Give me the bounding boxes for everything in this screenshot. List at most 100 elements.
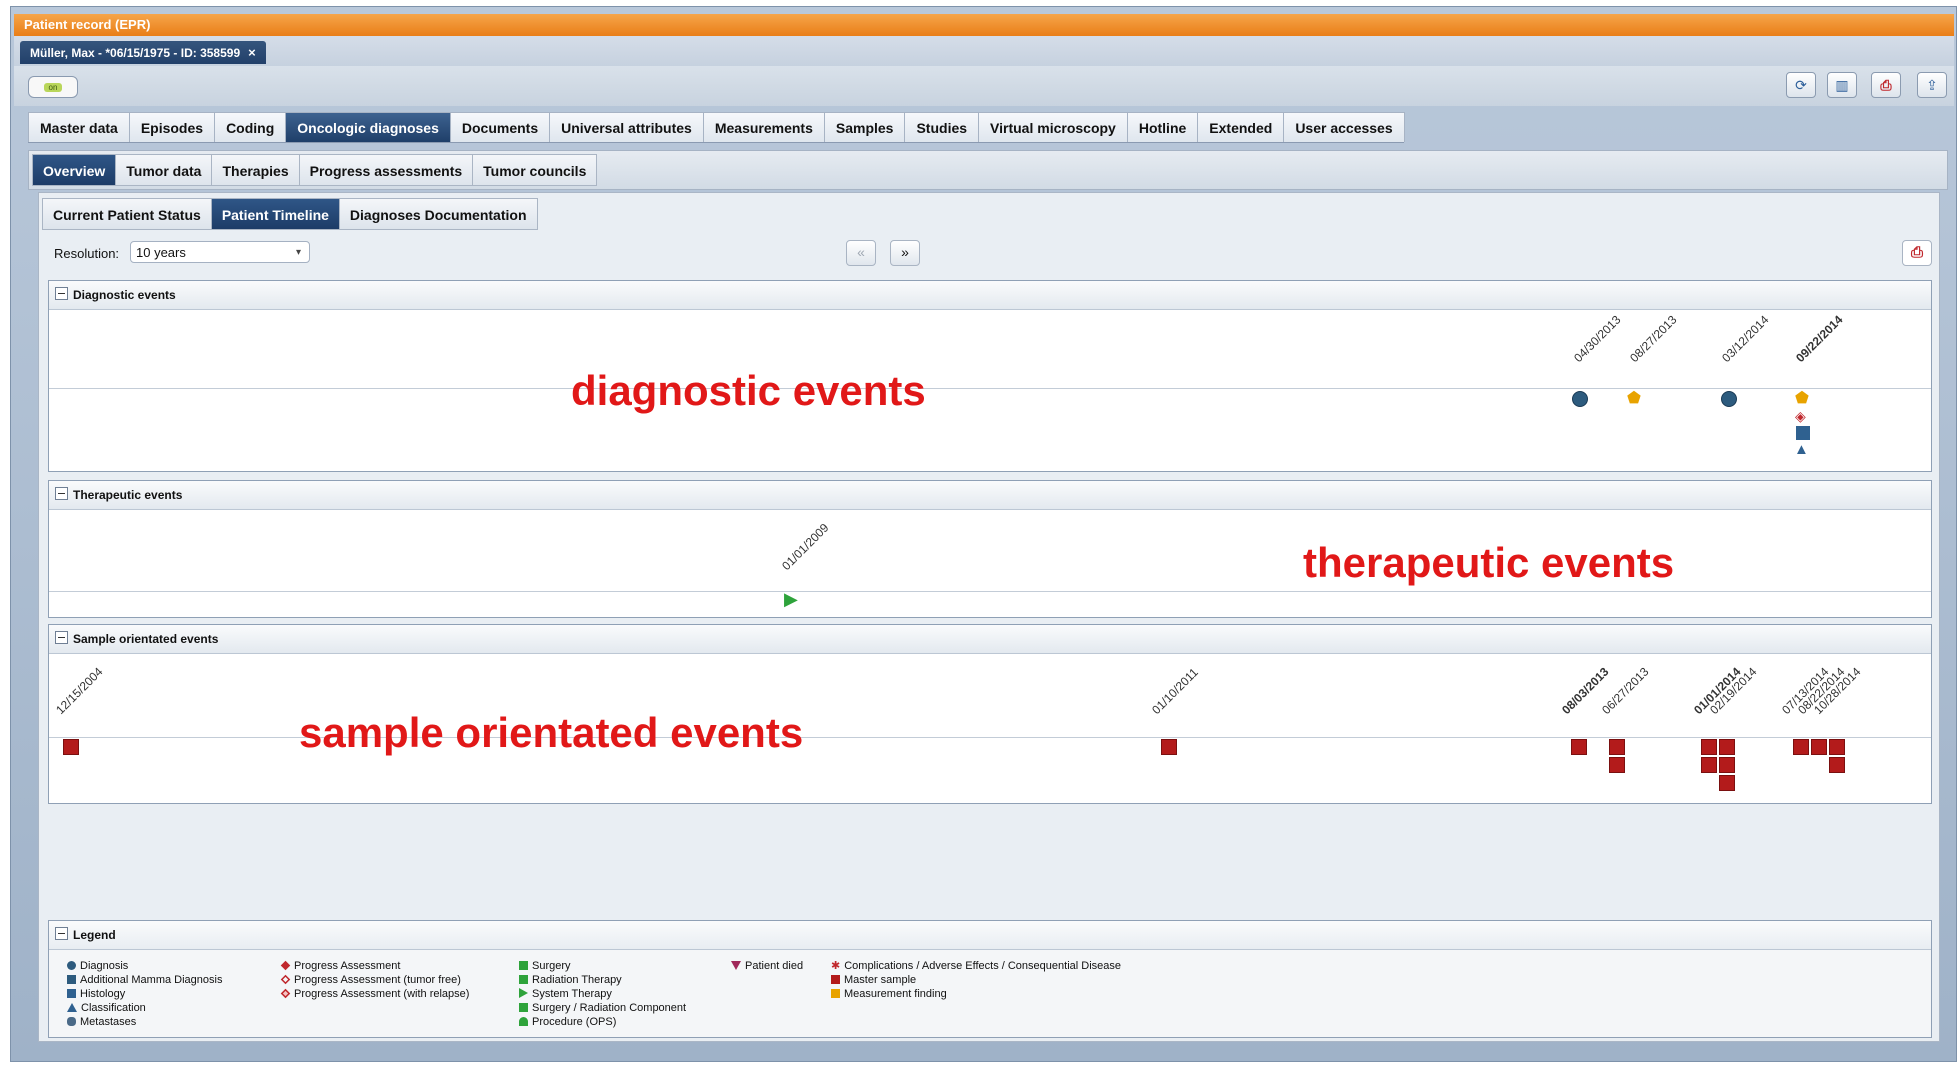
collapse-icon[interactable] bbox=[55, 487, 68, 500]
export-icon[interactable]: ⇪ bbox=[1917, 72, 1947, 98]
legend-label: Surgery / Radiation Component bbox=[532, 1002, 687, 1014]
overlay-label: sample orientated events bbox=[299, 709, 804, 756]
metastases-icon bbox=[67, 1017, 76, 1026]
resolution-label: Resolution: bbox=[54, 246, 120, 261]
overlay-label: diagnostic events bbox=[571, 367, 926, 414]
event-date: 03/12/2014 bbox=[1719, 312, 1772, 365]
legend-label: Progress Assessment (tumor free) bbox=[294, 974, 461, 986]
legend-label: Histology bbox=[80, 988, 126, 1000]
tab-progress-assessments[interactable]: Progress assessments bbox=[298, 154, 474, 186]
patient-died-icon bbox=[731, 961, 741, 970]
legend-label: Progress Assessment bbox=[294, 960, 401, 972]
master-sample-icon[interactable] bbox=[1701, 739, 1717, 755]
next-button[interactable]: » bbox=[890, 240, 920, 266]
measurement-finding-icon[interactable]: ⬟ bbox=[1627, 391, 1641, 407]
tab-therapies[interactable]: Therapies bbox=[211, 154, 300, 186]
master-sample-icon[interactable] bbox=[1571, 739, 1587, 755]
legend-label: Progress Assessment (with relapse) bbox=[294, 988, 470, 1000]
tab-master-data[interactable]: Master data bbox=[28, 112, 130, 142]
tab-user-accesses[interactable]: User accesses bbox=[1283, 112, 1405, 142]
measurement-finding-icon bbox=[831, 989, 840, 998]
master-sample-icon[interactable] bbox=[1609, 757, 1625, 773]
histology-icon[interactable] bbox=[1796, 426, 1810, 440]
tab-extended[interactable]: Extended bbox=[1197, 112, 1285, 142]
pdf-export-icon[interactable]: ⎙ bbox=[1902, 240, 1932, 266]
tab-coding[interactable]: Coding bbox=[214, 112, 287, 142]
event-date: 01/01/2009 bbox=[779, 520, 832, 573]
tab-universal-attributes[interactable]: Universal attributes bbox=[549, 112, 704, 142]
radiation-therapy-icon bbox=[519, 975, 528, 984]
event-date: 12/15/2004 bbox=[53, 664, 106, 717]
diagnostic-events-panel: Diagnostic events diagnostic events 04/3… bbox=[48, 280, 1932, 472]
master-sample-icon[interactable] bbox=[63, 739, 79, 755]
collapse-icon[interactable] bbox=[55, 287, 68, 300]
prev-button[interactable]: « bbox=[846, 240, 876, 266]
diagnosis-icon[interactable] bbox=[1721, 391, 1737, 407]
tab-current-patient-status[interactable]: Current Patient Status bbox=[42, 198, 212, 230]
legend-label: Radiation Therapy bbox=[532, 974, 622, 986]
complications-icon: ✱ bbox=[831, 960, 841, 972]
legend-title: Legend bbox=[73, 928, 116, 942]
status-pill[interactable]: on bbox=[28, 76, 78, 98]
legend-label: Classification bbox=[81, 1002, 146, 1014]
legend-label: System Therapy bbox=[532, 988, 612, 1000]
legend-label: Measurement finding bbox=[844, 988, 947, 1000]
barcode-icon[interactable]: ▥ bbox=[1827, 72, 1857, 98]
tab-patient-timeline[interactable]: Patient Timeline bbox=[210, 198, 340, 230]
event-date: 09/22/2014 bbox=[1793, 312, 1846, 365]
master-sample-icon[interactable] bbox=[1829, 757, 1845, 773]
pdf-icon[interactable]: ⎙ bbox=[1871, 72, 1901, 98]
tab-tumor-councils[interactable]: Tumor councils bbox=[472, 154, 598, 186]
surgery-icon bbox=[519, 961, 528, 970]
tab-overview[interactable]: Overview bbox=[32, 154, 117, 186]
system-therapy-icon bbox=[519, 988, 528, 998]
classification-icon[interactable]: ▲ bbox=[1794, 442, 1809, 458]
tab-episodes[interactable]: Episodes bbox=[128, 112, 216, 142]
master-sample-icon[interactable] bbox=[1719, 739, 1735, 755]
collapse-icon[interactable] bbox=[55, 631, 68, 644]
status-badge: on bbox=[43, 82, 63, 92]
master-sample-icon[interactable] bbox=[1719, 775, 1735, 791]
tab-documents[interactable]: Documents bbox=[449, 112, 551, 142]
collapse-icon[interactable] bbox=[55, 927, 68, 940]
legend-column: Surgery Radiation Therapy System Therapy… bbox=[519, 959, 686, 1029]
master-sample-icon[interactable] bbox=[1609, 739, 1625, 755]
resolution-select[interactable]: 10 years ▾ bbox=[130, 241, 310, 263]
progress-assessment-tumor-free-icon bbox=[280, 974, 291, 985]
master-sample-icon[interactable] bbox=[1829, 739, 1845, 755]
panel-header: Diagnostic events bbox=[49, 281, 1931, 310]
tab-oncologic-diagnoses[interactable]: Oncologic diagnoses bbox=[285, 112, 451, 142]
measurement-finding-icon[interactable]: ⬟ bbox=[1795, 391, 1809, 407]
tab-measurements[interactable]: Measurements bbox=[702, 112, 825, 142]
master-sample-icon[interactable] bbox=[1793, 739, 1809, 755]
legend-label: Metastases bbox=[80, 1016, 137, 1028]
tab-tumor-data[interactable]: Tumor data bbox=[115, 154, 213, 186]
event-date: 08/27/2013 bbox=[1627, 312, 1680, 365]
surgery-radiation-icon bbox=[519, 1003, 528, 1012]
legend-column: Progress Assessment Progress Assessment … bbox=[280, 959, 470, 1001]
master-sample-icon[interactable] bbox=[1701, 757, 1717, 773]
master-sample-icon[interactable] bbox=[1811, 739, 1827, 755]
mamma-diagnosis-icon bbox=[67, 975, 76, 984]
diagnosis-icon[interactable] bbox=[1572, 391, 1588, 407]
timeline-track bbox=[49, 591, 1931, 592]
tab-hotline[interactable]: Hotline bbox=[1126, 112, 1199, 142]
overview-tabs: Current Patient Status Patient Timeline … bbox=[42, 198, 538, 230]
progress-assessment-relapse-icon[interactable]: ◈ bbox=[1795, 408, 1806, 424]
histology-icon bbox=[67, 989, 76, 998]
close-icon[interactable]: × bbox=[248, 45, 256, 60]
timeline-controls: Resolution: 10 years ▾ « » ⎙ bbox=[42, 236, 1936, 272]
master-sample-icon[interactable] bbox=[1719, 757, 1735, 773]
refresh-icon[interactable]: ⟳ bbox=[1786, 72, 1816, 98]
tab-samples[interactable]: Samples bbox=[823, 112, 906, 142]
tab-diagnoses-documentation[interactable]: Diagnoses Documentation bbox=[338, 198, 538, 230]
toolbar bbox=[14, 66, 1954, 106]
tab-virtual-microscopy[interactable]: Virtual microscopy bbox=[978, 112, 1128, 142]
timeline-track bbox=[49, 388, 1931, 389]
system-therapy-icon[interactable]: ▶ bbox=[784, 590, 798, 608]
resolution-value: 10 years bbox=[136, 245, 186, 260]
tab-studies[interactable]: Studies bbox=[904, 112, 980, 142]
master-sample-icon[interactable] bbox=[1161, 739, 1177, 755]
procedure-icon bbox=[519, 1017, 528, 1026]
patient-tab[interactable]: Müller, Max - *06/15/1975 - ID: 358599 × bbox=[20, 41, 266, 64]
